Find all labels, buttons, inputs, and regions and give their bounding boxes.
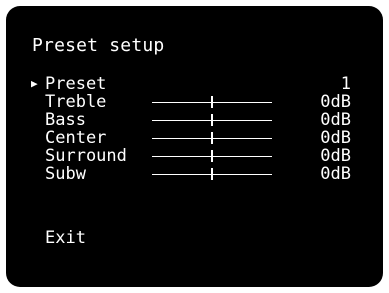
subw-slider[interactable] [152, 165, 272, 183]
slider-knob[interactable] [211, 132, 213, 144]
settings-menu: ▶ Preset 1 Treble 0dB Bass 0dB Center 0d… [31, 75, 351, 183]
osd-screen: Preset setup ▶ Preset 1 Treble 0dB Bass … [6, 6, 383, 287]
menu-item-value: 0dB [320, 164, 351, 184]
menu-item-surround[interactable]: Surround 0dB [31, 147, 351, 165]
menu-item-value: 1 [340, 74, 351, 94]
menu-item-label: Subw [45, 164, 86, 184]
menu-item-bass[interactable]: Bass 0dB [31, 111, 351, 129]
menu-item-center[interactable]: Center 0dB [31, 129, 351, 147]
menu-item-label: Treble [45, 92, 107, 112]
exit-menu-item[interactable]: Exit [45, 229, 86, 247]
bass-slider[interactable] [152, 111, 272, 129]
menu-item-preset[interactable]: ▶ Preset 1 [31, 75, 351, 93]
menu-item-value: 0dB [320, 146, 351, 166]
slider-knob[interactable] [211, 150, 213, 162]
menu-item-value: 0dB [320, 110, 351, 130]
menu-item-label: Center [45, 128, 107, 148]
surround-slider[interactable] [152, 147, 272, 165]
menu-item-value: 0dB [320, 92, 351, 112]
menu-item-treble[interactable]: Treble 0dB [31, 93, 351, 111]
menu-item-label: Bass [45, 110, 86, 130]
slider-knob[interactable] [211, 168, 213, 180]
menu-item-label: Surround [45, 146, 127, 166]
slider-knob[interactable] [211, 114, 213, 126]
screen-title: Preset setup [32, 35, 165, 56]
slider-knob[interactable] [211, 96, 213, 108]
selection-cursor-icon: ▶ [31, 77, 38, 90]
menu-item-subw[interactable]: Subw 0dB [31, 165, 351, 183]
menu-item-label: Preset [45, 74, 107, 94]
center-slider[interactable] [152, 129, 272, 147]
treble-slider[interactable] [152, 93, 272, 111]
menu-item-value: 0dB [320, 128, 351, 148]
